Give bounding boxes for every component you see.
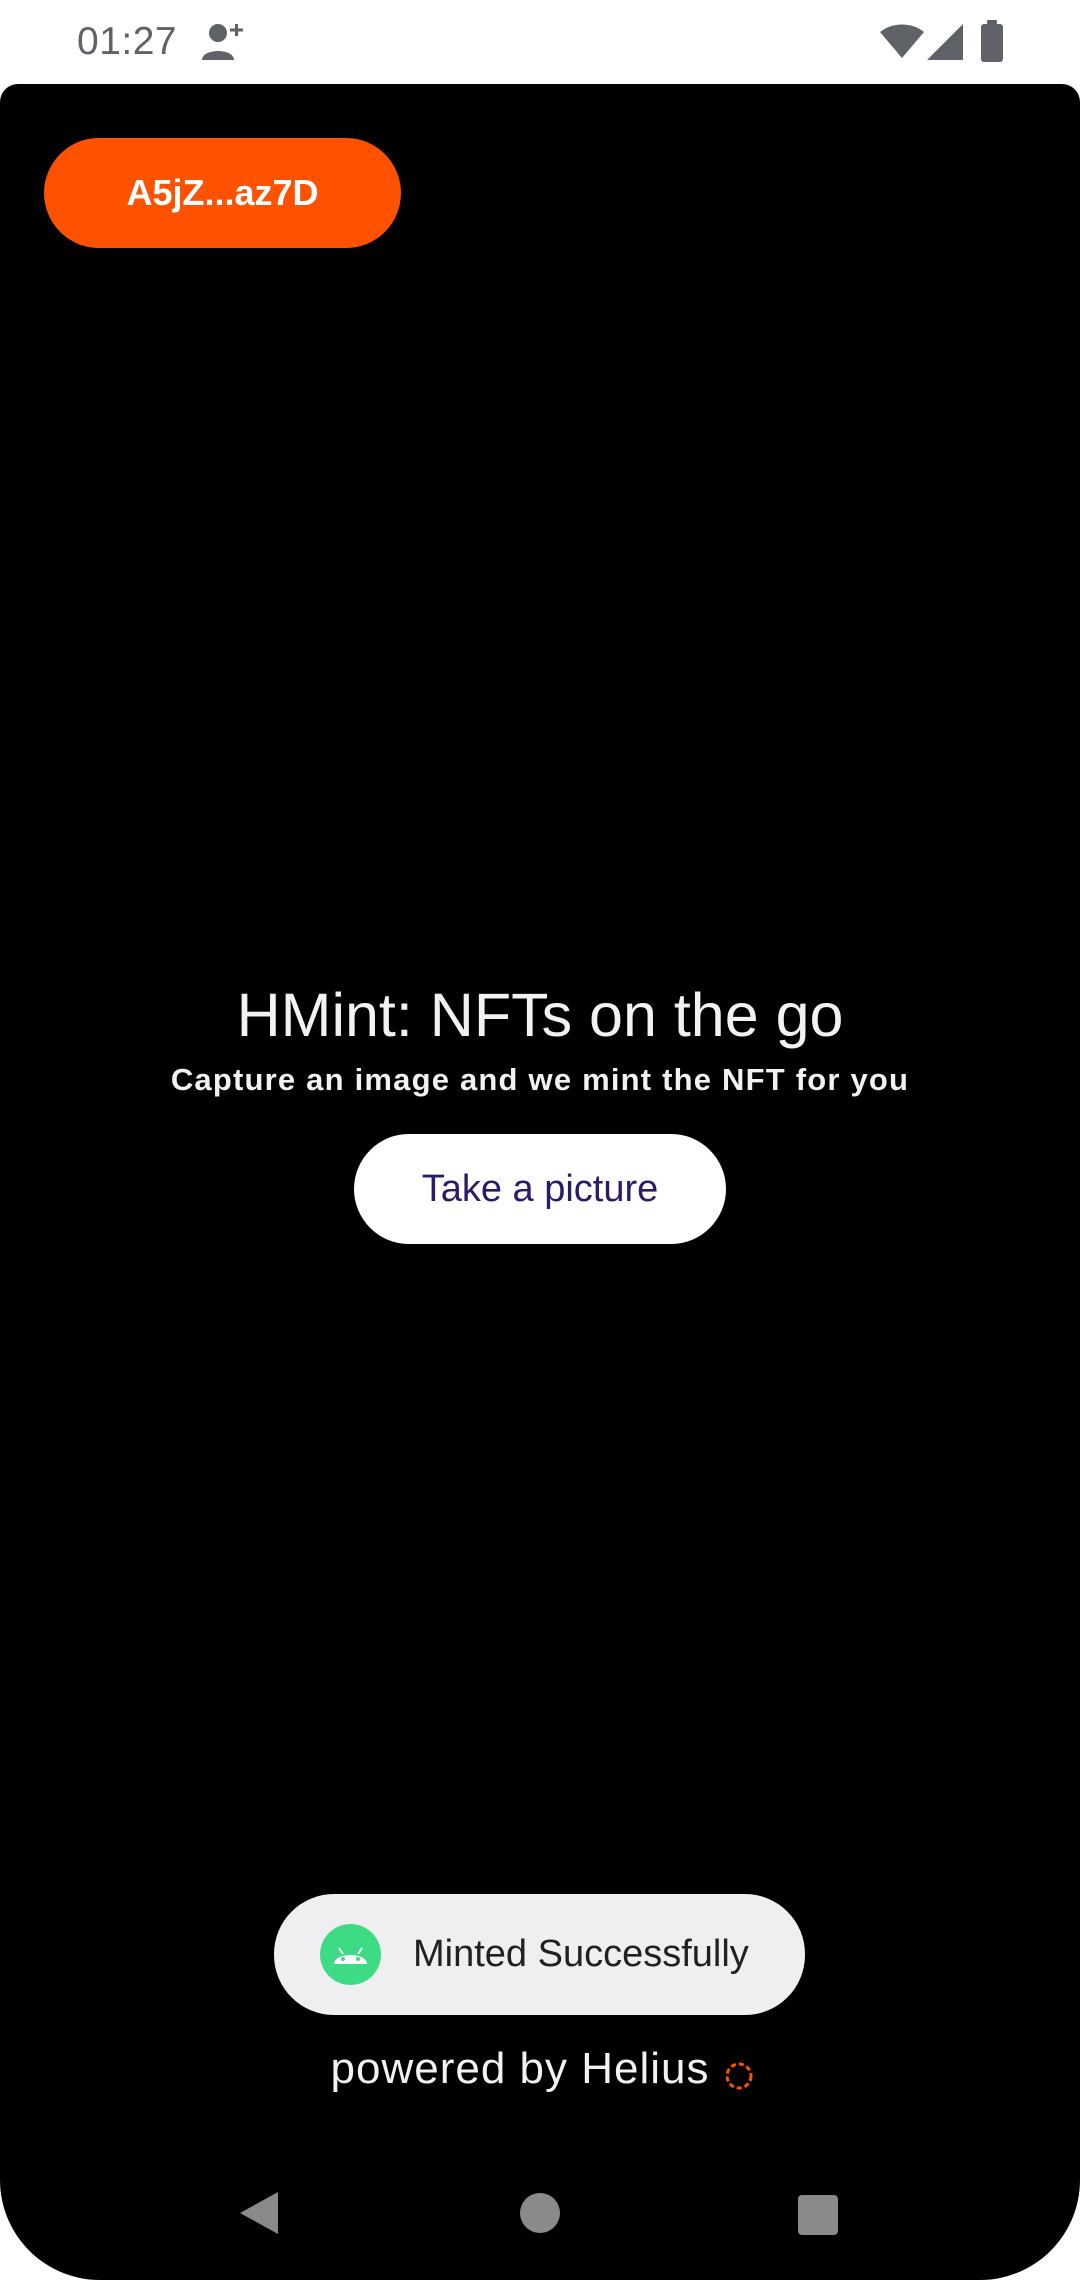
battery-icon — [981, 20, 1003, 67]
recents-icon[interactable] — [797, 2194, 839, 2241]
powered-by-footer: powered by Helius — [0, 2044, 1080, 2094]
take-picture-button[interactable]: Take a picture — [354, 1134, 726, 1244]
status-time: 01:27 — [77, 20, 178, 63]
toast-message: Minted Successfully — [413, 1933, 749, 1975]
android-app-icon — [320, 1924, 381, 1985]
powered-by-text: powered by Helius — [330, 2044, 710, 2093]
signal-icon — [927, 24, 963, 65]
back-icon[interactable] — [238, 2190, 280, 2241]
page-subtitle: Capture an image and we mint the NFT for… — [170, 1062, 910, 1097]
helius-logo-icon — [722, 2059, 756, 2093]
screen: 01:27 A5jZ...az7D HMint: NFTs on the go … — [0, 0, 1080, 2280]
app-content: A5jZ...az7D HMint: NFTs on the go Captur… — [0, 84, 1080, 2280]
toast-notification: Minted Successfully — [274, 1894, 805, 2015]
wifi-icon — [880, 24, 924, 65]
wallet-address-button[interactable]: A5jZ...az7D — [44, 138, 401, 248]
status-bar: 01:27 — [0, 0, 1080, 84]
home-icon[interactable] — [519, 2192, 561, 2239]
account-plus-icon — [198, 20, 246, 69]
page-title: HMint: NFTs on the go — [236, 981, 844, 1049]
